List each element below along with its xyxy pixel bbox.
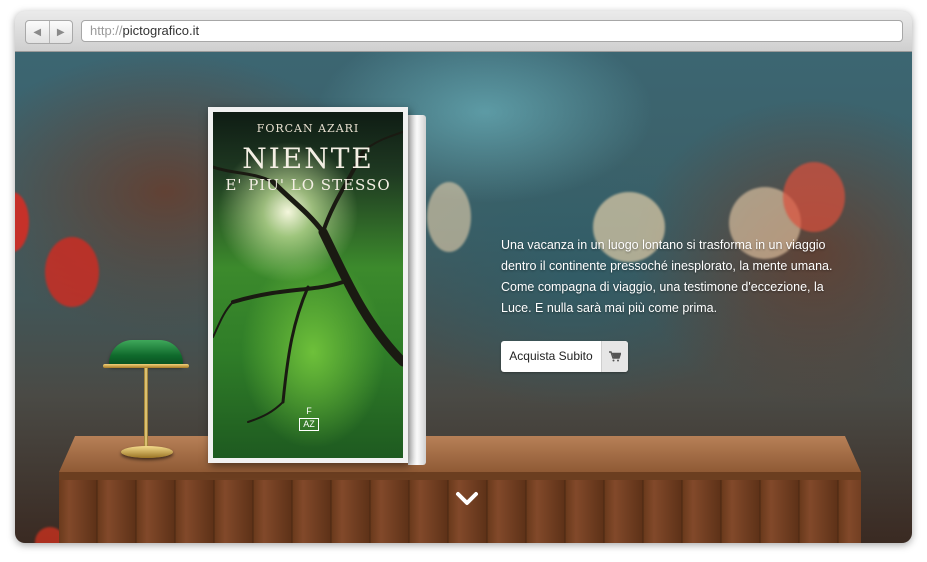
table-edge (59, 472, 861, 480)
chevron-right-icon: ▶ (56, 26, 65, 38)
back-button[interactable]: ◀ (26, 21, 49, 43)
book-subtitle: E' PIU' LO STESSO (225, 176, 391, 194)
browser-toolbar: ◀ ▶ http://pictografico.it (15, 11, 912, 52)
book-title: NIENTE (242, 142, 374, 175)
bokeh-light (427, 182, 471, 252)
url-domain: pictografico.it (122, 23, 200, 38)
lamp-base (121, 446, 173, 458)
nav-buttons: ◀ ▶ (25, 20, 73, 44)
table-front (59, 480, 861, 543)
publisher-logo: F AZ (299, 406, 319, 432)
book-pages (408, 115, 426, 465)
book-description: Una vacanza in un luogo lontano si trasf… (501, 238, 833, 315)
lamp-shade (109, 340, 183, 366)
chevron-down-icon (456, 492, 478, 505)
book: FORCAN AZARI NIENTE E' PIU' LO STESSO F … (208, 107, 432, 467)
bokeh-light (15, 192, 29, 252)
address-bar[interactable]: http://pictografico.it (81, 20, 903, 42)
buy-now-button[interactable]: Acquista Subito (501, 341, 628, 372)
url-protocol: http:// (90, 23, 123, 38)
page-viewport: FORCAN AZARI NIENTE E' PIU' LO STESSO F … (15, 52, 912, 543)
cart-icon (601, 341, 628, 372)
publisher-logo-top: F (306, 406, 312, 416)
bokeh-light (783, 162, 845, 232)
lamp-pole (144, 368, 148, 450)
book-author: FORCAN AZARI (256, 122, 360, 135)
chevron-left-icon: ◀ (33, 26, 42, 38)
browser-window: ◀ ▶ http://pictografico.it FORCAN AZARI … (15, 11, 912, 543)
desk-lamp (103, 338, 193, 468)
buy-now-label: Acquista Subito (509, 349, 593, 363)
scroll-down-button[interactable] (455, 491, 479, 507)
book-cover: FORCAN AZARI NIENTE E' PIU' LO STESSO F … (208, 107, 408, 463)
bokeh-light (45, 237, 99, 307)
publisher-logo-bottom: AZ (299, 418, 319, 431)
forward-button[interactable]: ▶ (48, 21, 73, 43)
